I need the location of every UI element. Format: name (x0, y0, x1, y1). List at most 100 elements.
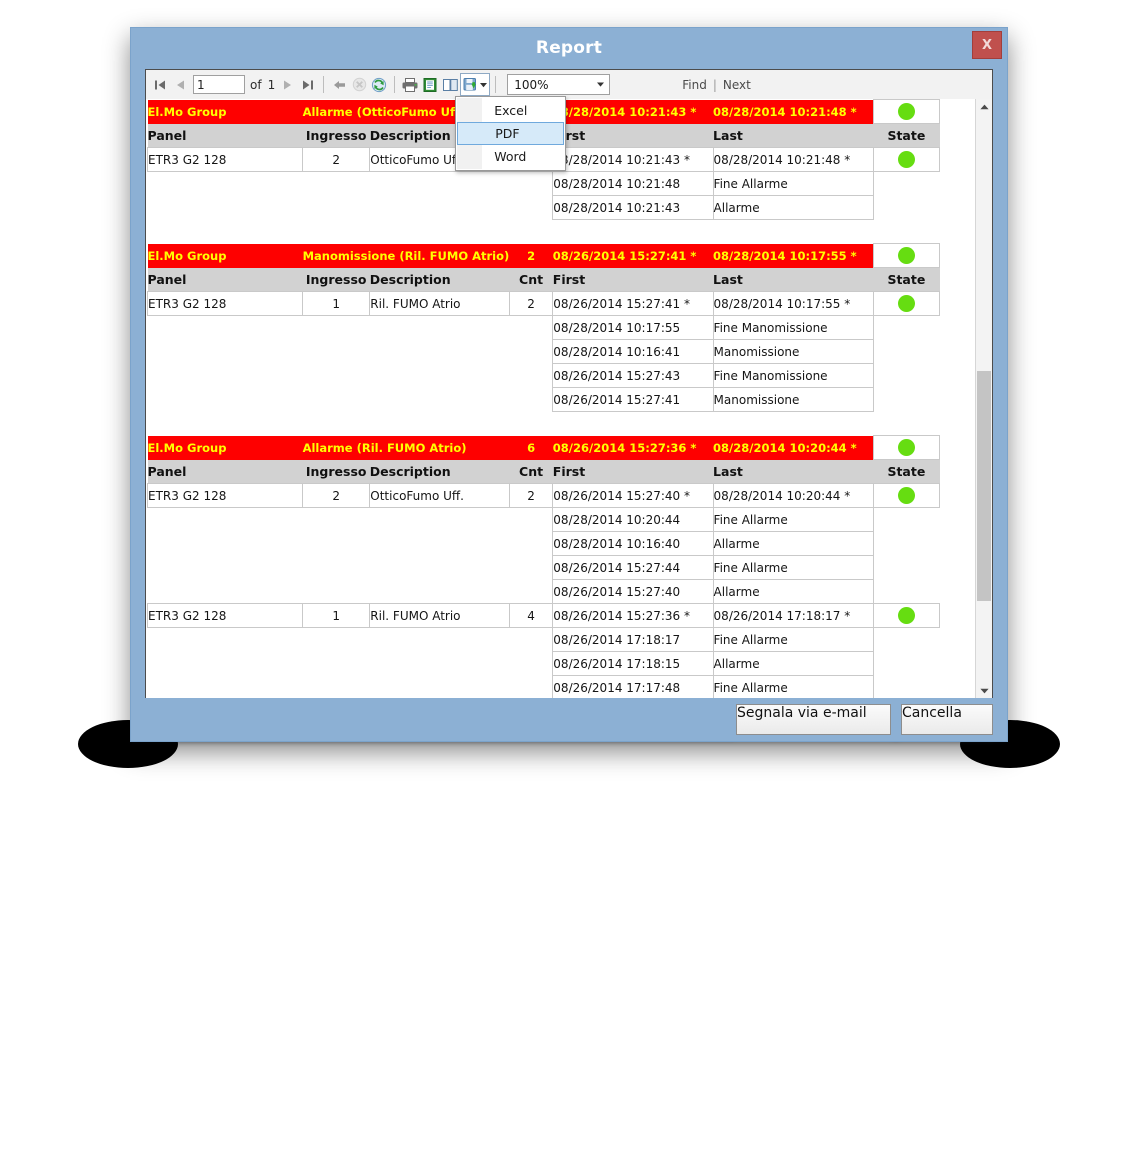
group-last: 08/28/2014 10:17:55 * (713, 243, 874, 268)
cell-description: Ril. FUMO Atrio (369, 291, 510, 316)
cancella-button[interactable]: Cancella (901, 704, 993, 735)
previous-page-icon[interactable] (170, 75, 190, 95)
segnala-via-email-button[interactable]: Segnala via e-mail (736, 704, 891, 735)
detail-row: 08/26/2014 17:18:15 Allarme (148, 651, 940, 676)
print-icon[interactable] (400, 75, 420, 95)
cell-last: 08/28/2014 10:20:44 * (712, 483, 874, 508)
detail-row: 08/26/2014 15:27:43 Fine Manomissione (148, 363, 940, 388)
col-first: First (552, 267, 714, 292)
toolbar-divider-1 (323, 76, 325, 93)
detail-event: Manomissione (712, 387, 874, 412)
detail-row: 08/26/2014 17:17:48 Fine Allarme (148, 675, 940, 699)
export-menu-item-pdf[interactable]: PDF (457, 122, 565, 145)
detail-event: Allarme (712, 651, 874, 676)
col-panel: Panel (147, 123, 303, 148)
report-table: El.Mo Group Allarme (OtticoFumo Uff.) 2 … (146, 99, 941, 699)
page-setup-icon[interactable] (440, 75, 460, 95)
status-led-icon (897, 103, 915, 120)
cell-panel: ETR3 G2 128 (146, 603, 304, 628)
status-led-icon (897, 487, 915, 504)
detail-time: 08/26/2014 15:27:41 (552, 387, 714, 412)
group-last: 08/28/2014 10:20:44 * (713, 435, 874, 460)
group-state (872, 243, 941, 268)
detail-event: Fine Allarme (712, 171, 874, 196)
col-ingresso: Ingresso (302, 123, 370, 148)
zoom-select[interactable]: 100% (507, 74, 611, 95)
cell-state (872, 483, 941, 508)
close-button[interactable]: X (972, 31, 1002, 59)
stop-icon[interactable] (349, 75, 369, 95)
detail-event: Fine Manomissione (712, 315, 874, 340)
col-last: Last (713, 459, 874, 484)
col-state: State (873, 267, 940, 292)
cell-cnt: 2 (508, 483, 554, 508)
detail-time: 08/26/2014 15:27:43 (552, 363, 714, 388)
group-first: 08/26/2014 15:27:36 * (552, 435, 714, 460)
find-button[interactable]: Find (682, 78, 707, 92)
status-led-icon (897, 607, 915, 624)
detail-row: 08/28/2014 10:16:41 Manomissione (148, 339, 940, 364)
col-cnt: Cnt (509, 459, 553, 484)
cell-ingresso: 1 (302, 291, 371, 316)
vertical-scrollbar[interactable] (975, 99, 992, 699)
group-header-row: El.Mo Group Allarme (Ril. FUMO Atrio) 6 … (147, 435, 941, 460)
group-first: 08/26/2014 15:27:41 * (552, 243, 714, 268)
report-viewer: of 1 (145, 69, 993, 700)
detail-time: 08/28/2014 10:21:48 (552, 171, 714, 196)
detail-row: 08/28/2014 10:21:48 Fine Allarme (148, 171, 940, 196)
detail-event: Allarme (712, 531, 874, 556)
col-state: State (873, 123, 940, 148)
col-cnt: Cnt (509, 267, 553, 292)
screenshot-root: Report X of (0, 0, 1137, 1152)
detail-event: Allarme (712, 579, 874, 604)
detail-row: 08/28/2014 10:16:40 Allarme (148, 531, 940, 556)
scroll-down-button[interactable] (976, 683, 992, 699)
chevron-down-icon (480, 82, 488, 87)
column-header-row: Panel Ingresso Description Cnt First Las… (147, 267, 940, 292)
col-ingresso: Ingresso (302, 459, 370, 484)
zoom-chevron-down-icon (592, 75, 609, 94)
toolbar-divider-3 (495, 76, 497, 93)
report-scroll-area: El.Mo Group Allarme (OtticoFumo Uff.) 2 … (146, 99, 992, 699)
detail-event: Fine Manomissione (712, 363, 874, 388)
toolbar-divider-2 (394, 76, 396, 93)
zoom-value-label: 100% (514, 77, 549, 92)
detail-row: 08/26/2014 15:27:41 Manomissione (148, 387, 940, 412)
detail-time: 08/26/2014 17:17:48 (552, 675, 714, 699)
cell-panel: ETR3 G2 128 (146, 147, 304, 172)
report-toolbar: of 1 (146, 70, 992, 171)
detail-event: Allarme (712, 195, 874, 220)
page-number-input[interactable] (193, 75, 245, 94)
col-description: Description (369, 459, 510, 484)
detail-time: 08/28/2014 10:16:40 (552, 531, 714, 556)
col-state: State (873, 459, 940, 484)
refresh-icon[interactable] (369, 75, 389, 95)
back-arrow-icon[interactable] (329, 75, 349, 95)
next-page-icon[interactable] (278, 75, 298, 95)
cell-last: 08/28/2014 10:17:55 * (712, 291, 874, 316)
group-company: El.Mo Group (147, 243, 303, 268)
export-menu-item-excel[interactable]: Excel (456, 99, 565, 122)
export-save-icon (463, 78, 477, 91)
scrollbar-thumb[interactable] (977, 371, 991, 601)
group-spacer (148, 220, 940, 244)
print-layout-icon[interactable] (420, 75, 440, 95)
cell-cnt: 2 (508, 291, 554, 316)
detail-time: 08/28/2014 10:20:44 (552, 507, 714, 532)
export-menu-item-word[interactable]: Word (456, 145, 565, 168)
last-page-icon[interactable] (298, 75, 318, 95)
window-footer: Segnala via e-mail Cancella (131, 698, 1007, 741)
group-last: 08/28/2014 10:21:48 * (713, 99, 874, 124)
first-page-icon[interactable] (150, 75, 170, 95)
detail-row: 08/28/2014 10:21:43 Allarme (148, 195, 940, 220)
detail-row: 08/26/2014 15:27:44 Fine Allarme (148, 555, 940, 580)
col-ingresso: Ingresso (302, 267, 370, 292)
window-reflection (120, 742, 1018, 838)
cell-panel: ETR3 G2 128 (146, 483, 304, 508)
col-last: Last (713, 267, 874, 292)
scroll-up-button[interactable] (976, 99, 992, 115)
export-save-icon-button[interactable] (460, 73, 491, 96)
next-button[interactable]: Next (723, 78, 751, 92)
detail-time: 08/28/2014 10:21:43 (552, 195, 714, 220)
cell-first: 08/26/2014 15:27:40 * (552, 483, 714, 508)
